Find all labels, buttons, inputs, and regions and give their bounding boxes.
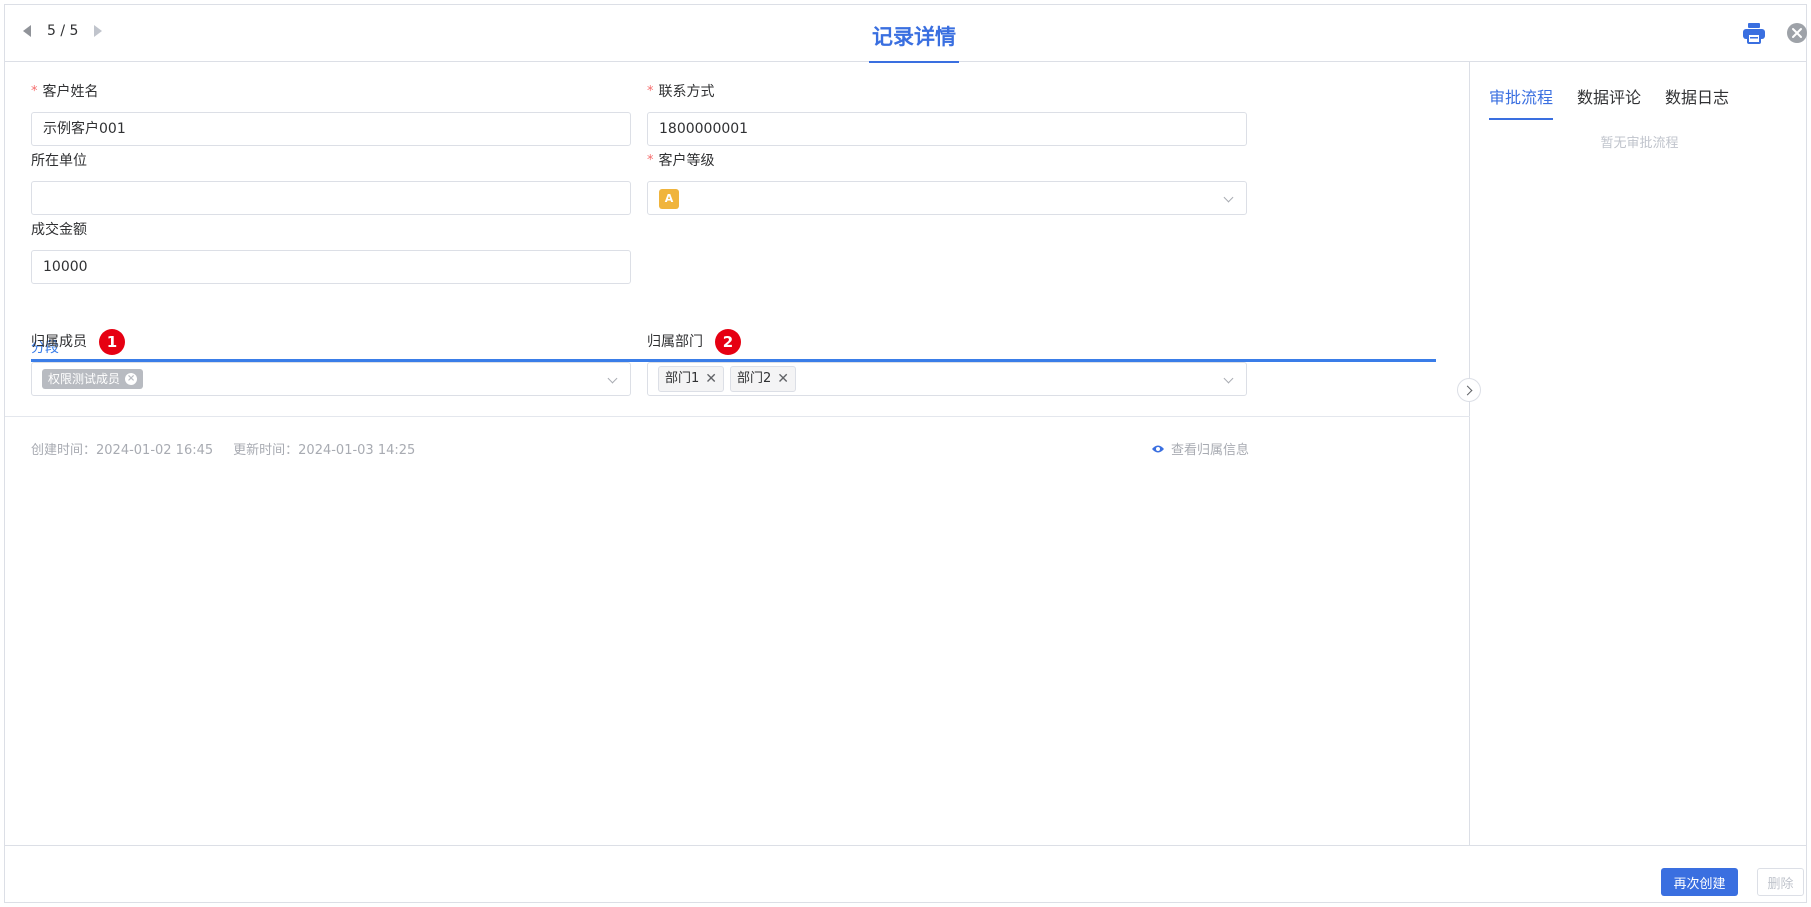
next-record-icon[interactable]: [94, 25, 103, 37]
close-icon[interactable]: [1786, 22, 1808, 44]
grade-badge: A: [659, 189, 679, 209]
page-title: 记录详情: [872, 25, 956, 49]
grade-label: * 客户等级: [647, 151, 1247, 171]
company-label: 所在单位: [31, 151, 631, 171]
dept-tag-label: 部门1: [665, 371, 700, 386]
amount-input[interactable]: 10000: [31, 250, 631, 284]
contact-field: * 联系方式 1800000001: [647, 82, 1247, 152]
side-tabs: 审批流程 数据评论 数据日志: [1489, 84, 1729, 120]
owner-select[interactable]: 权限测试成员 ×: [31, 362, 631, 396]
owner-tag: 权限测试成员 ×: [42, 369, 144, 389]
customer-name-field: * 客户姓名 示例客户001: [31, 82, 631, 152]
remove-tag-icon[interactable]: ✕: [705, 363, 717, 395]
pager-count: 5 / 5: [47, 23, 79, 39]
dept-tag-label: 部门2: [737, 371, 772, 386]
title-wrap: 记录详情: [869, 5, 959, 63]
annotation-badge-1: 1: [99, 329, 125, 355]
company-field: 所在单位: [31, 151, 631, 221]
amount-label: 成交金额: [31, 220, 631, 240]
annotation-badge-2: 2: [715, 329, 741, 355]
dept-tag: 部门2 ✕: [730, 363, 797, 395]
form-divider: [5, 416, 1470, 417]
contact-label: * 联系方式: [647, 82, 1247, 102]
customer-name-label: * 客户姓名: [31, 82, 631, 102]
remove-tag-icon[interactable]: ✕: [777, 363, 789, 395]
grade-select[interactable]: A: [647, 181, 1247, 215]
company-input[interactable]: [31, 181, 631, 215]
side-panel: 审批流程 数据评论 数据日志 暂无审批流程: [1471, 62, 1808, 845]
contact-label-text: 联系方式: [658, 84, 715, 100]
form-area: * 客户姓名 示例客户001 * 联系方式 1800000001 所在单位 * 客户等…: [5, 62, 1470, 845]
dept-label: 归属部门 2: [647, 329, 1247, 355]
empty-approval-text: 暂无审批流程: [1600, 136, 1679, 151]
updated-time: 更新时间：2024-01-03 14:25: [233, 443, 416, 458]
dept-select[interactable]: 部门1 ✕ 部门2 ✕: [647, 362, 1247, 396]
dept-label-text: 归属部门: [647, 334, 703, 350]
owner-tag-label: 权限测试成员: [48, 372, 121, 386]
view-owner-text: 查看归属信息: [1171, 443, 1250, 458]
prev-record-icon[interactable]: [23, 25, 31, 37]
delete-button[interactable]: 删除: [1757, 868, 1804, 896]
dept-tag: 部门1 ✕: [658, 363, 725, 395]
remove-tag-icon[interactable]: ×: [125, 373, 138, 385]
print-icon[interactable]: [1742, 21, 1766, 45]
customer-name-label-text: 客户姓名: [42, 84, 99, 100]
amount-label-text: 成交金额: [31, 222, 87, 238]
modal-footer: 再次创建 删除: [5, 845, 1806, 904]
view-owner-link[interactable]: 查看归属信息: [1151, 439, 1249, 458]
record-detail-modal: 5 / 5 记录详情 * 客户姓名 示例客户001 * 联系方式 180000000…: [4, 4, 1807, 903]
tab-logs[interactable]: 数据日志: [1665, 84, 1729, 120]
grade-field: * 客户等级 A: [647, 151, 1247, 221]
recreate-button[interactable]: 再次创建: [1661, 868, 1738, 896]
created-time: 创建时间：2024-01-02 16:45: [31, 443, 214, 458]
required-mark: *: [647, 84, 654, 99]
dept-field: 归属部门 2 部门1 ✕ 部门2 ✕: [647, 329, 1247, 402]
owner-label-text: 归属成员: [31, 334, 87, 350]
tab-comments[interactable]: 数据评论: [1577, 84, 1641, 120]
owner-label: 归属成员 1: [31, 329, 631, 355]
eye-icon: [1152, 445, 1164, 452]
required-mark: *: [31, 84, 38, 99]
tab-approval[interactable]: 审批流程: [1489, 84, 1554, 120]
dept-tags: 部门1 ✕ 部门2 ✕: [658, 363, 1246, 392]
chevron-down-icon: [1223, 192, 1234, 203]
owner-field: 归属成员 1 权限测试成员 ×: [31, 329, 631, 402]
company-label-text: 所在单位: [31, 153, 87, 169]
record-pager: 5 / 5: [23, 23, 103, 39]
modal-header: 5 / 5 记录详情: [5, 5, 1808, 63]
customer-name-input[interactable]: 示例客户001: [31, 112, 631, 146]
grade-label-text: 客户等级: [658, 153, 715, 169]
amount-field: 成交金额 10000: [31, 220, 631, 290]
required-mark: *: [647, 153, 654, 168]
record-meta: 创建时间：2024-01-02 16:45 更新时间：2024-01-03 14…: [31, 439, 415, 458]
contact-input[interactable]: 1800000001: [647, 112, 1247, 146]
chevron-down-icon: [607, 373, 618, 384]
